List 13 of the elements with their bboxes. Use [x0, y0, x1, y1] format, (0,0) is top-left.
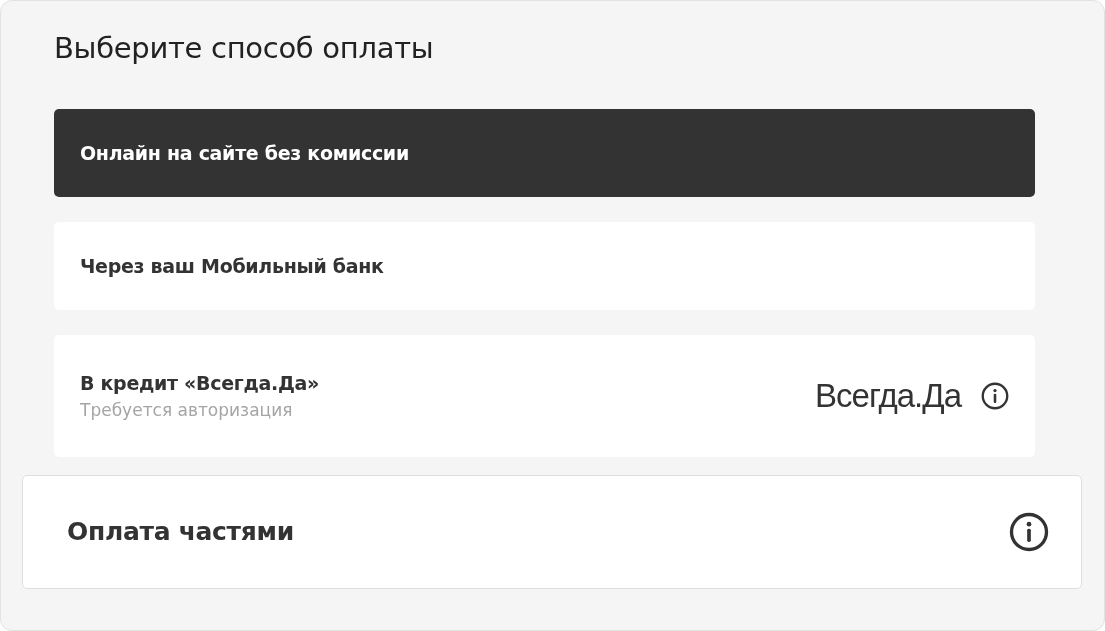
info-icon[interactable]	[1009, 512, 1049, 552]
installments-card[interactable]: Оплата частями	[22, 475, 1082, 589]
option-label: В кредит «Всегда.Да»	[80, 372, 320, 394]
payment-option[interactable]: Онлайн на сайте без комиссии	[54, 109, 1035, 197]
page-title: Выберите способ оплаты	[54, 31, 435, 65]
payment-option[interactable]: В кредит «Всегда.Да» Требуется авторизация Всегда.Да	[54, 335, 1035, 457]
installments-label: Оплата частями	[67, 516, 294, 546]
payment-option[interactable]: Через ваш Мобильный банк	[54, 222, 1035, 310]
brand-logo: Всегда.Да	[815, 377, 961, 415]
option-subtitle: Требуется авторизация	[80, 400, 294, 420]
info-icon[interactable]	[981, 382, 1009, 410]
option-label: Онлайн на сайте без комиссии	[80, 142, 409, 164]
option-label: Через ваш Мобильный банк	[80, 255, 384, 277]
